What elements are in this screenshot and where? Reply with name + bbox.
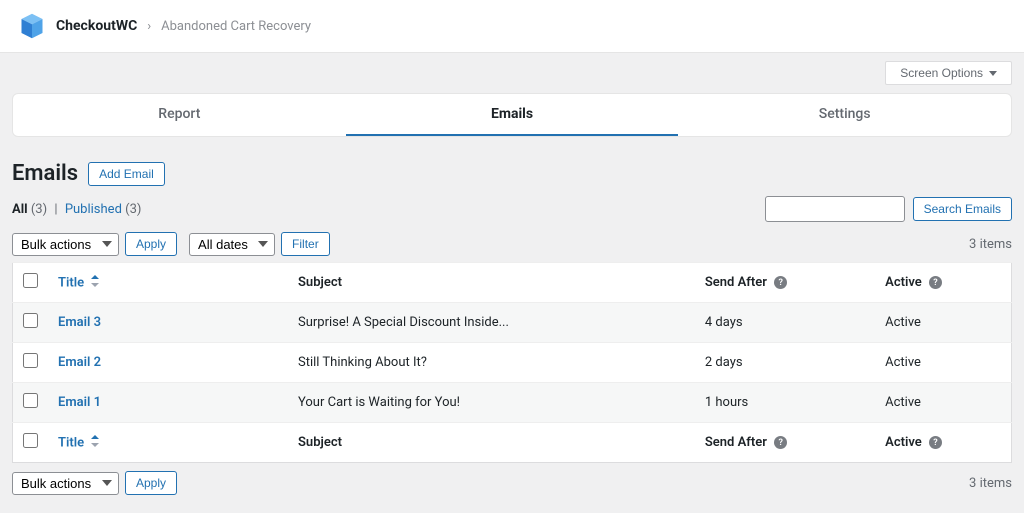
table-header-row: Title Subject Send After ? Active ? xyxy=(13,263,1012,303)
page-title: Emails xyxy=(12,161,78,186)
logo-icon xyxy=(18,12,46,40)
bulk-actions-group-top: Bulk actions Apply xyxy=(12,232,177,256)
page-header: Emails Add Email xyxy=(0,137,1024,196)
row-send-after: 1 hours xyxy=(695,383,875,423)
screen-options-row: Screen Options xyxy=(0,53,1024,85)
help-icon[interactable]: ? xyxy=(774,276,787,289)
row-subject: Surprise! A Special Discount Inside... xyxy=(288,303,695,343)
chevron-right-icon: › xyxy=(147,19,151,34)
top-bar: CheckoutWC › Abandoned Cart Recovery xyxy=(0,0,1024,53)
status-all-count: (3) xyxy=(31,202,47,217)
filter-left: Bulk actions Apply All dates Filter xyxy=(12,232,330,256)
bulk-actions-select-top[interactable]: Bulk actions xyxy=(12,233,119,256)
row-active: Active xyxy=(875,383,1011,423)
row-checkbox[interactable] xyxy=(23,393,38,408)
col-active-header: Active ? xyxy=(875,263,1011,303)
row-send-after: 4 days xyxy=(695,303,875,343)
bulk-actions-group-bottom: Bulk actions Apply xyxy=(12,471,177,495)
col-active-footer: Active ? xyxy=(875,423,1011,463)
caret-down-icon xyxy=(989,71,997,76)
sort-icon xyxy=(91,275,99,291)
select-all-checkbox-top[interactable] xyxy=(23,273,38,288)
col-active-label: Active xyxy=(885,275,922,290)
table-row: Email 1 Your Cart is Waiting for You! 1 … xyxy=(13,383,1012,423)
status-separator: | xyxy=(50,202,61,217)
items-count-bottom: 3 items xyxy=(969,476,1012,491)
col-send-after-header: Send After ? xyxy=(695,263,875,303)
add-email-button[interactable]: Add Email xyxy=(88,162,165,186)
status-published-count: (3) xyxy=(125,202,141,217)
col-title-label: Title xyxy=(58,435,84,450)
row-checkbox[interactable] xyxy=(23,313,38,328)
filter-row-bottom: Bulk actions Apply 3 items xyxy=(0,463,1024,511)
row-subject: Your Cart is Waiting for You! xyxy=(288,383,695,423)
apply-button-bottom[interactable]: Apply xyxy=(125,471,177,495)
select-all-checkbox-bottom[interactable] xyxy=(23,433,38,448)
col-title-header[interactable]: Title xyxy=(48,263,288,303)
screen-options-button[interactable]: Screen Options xyxy=(885,61,1012,85)
tabs: Report Emails Settings xyxy=(12,93,1012,137)
dates-filter-group: All dates Filter xyxy=(189,232,330,256)
status-filters: All (3) | Published (3) xyxy=(12,202,141,217)
row-active: Active xyxy=(875,303,1011,343)
search-group: Search Emails xyxy=(765,196,1012,222)
select-all-header xyxy=(13,263,49,303)
row-title-link[interactable]: Email 1 xyxy=(58,395,101,410)
help-icon[interactable]: ? xyxy=(929,276,942,289)
brand-name[interactable]: CheckoutWC xyxy=(56,18,137,34)
breadcrumb-current: Abandoned Cart Recovery xyxy=(161,19,311,34)
row-title-link[interactable]: Email 3 xyxy=(58,315,101,330)
row-title-link[interactable]: Email 2 xyxy=(58,355,101,370)
col-title-footer[interactable]: Title xyxy=(48,423,288,463)
tab-settings[interactable]: Settings xyxy=(678,94,1011,136)
sort-icon xyxy=(91,435,99,451)
status-published[interactable]: Published xyxy=(65,202,122,217)
filter-button[interactable]: Filter xyxy=(281,232,330,256)
tab-report[interactable]: Report xyxy=(13,94,346,136)
emails-table: Title Subject Send After ? Active ? Emai… xyxy=(12,262,1012,463)
screen-options-label: Screen Options xyxy=(900,66,983,80)
search-input[interactable] xyxy=(765,196,905,222)
status-all[interactable]: All xyxy=(12,202,28,217)
col-title-label: Title xyxy=(58,275,84,290)
table-row: Email 2 Still Thinking About It? 2 days … xyxy=(13,343,1012,383)
col-active-label: Active xyxy=(885,435,922,450)
help-icon[interactable]: ? xyxy=(929,436,942,449)
status-search-row: All (3) | Published (3) Search Emails xyxy=(0,196,1024,232)
filter-row-top: Bulk actions Apply All dates Filter 3 it… xyxy=(0,232,1024,262)
tab-emails[interactable]: Emails xyxy=(346,94,679,136)
col-send-after-label: Send After xyxy=(705,275,767,290)
row-checkbox[interactable] xyxy=(23,353,38,368)
table-row: Email 3 Surprise! A Special Discount Ins… xyxy=(13,303,1012,343)
row-active: Active xyxy=(875,343,1011,383)
col-send-after-footer: Send After ? xyxy=(695,423,875,463)
select-all-footer xyxy=(13,423,49,463)
col-send-after-label: Send After xyxy=(705,435,767,450)
search-emails-button[interactable]: Search Emails xyxy=(913,197,1012,221)
help-icon[interactable]: ? xyxy=(774,436,787,449)
items-count-top: 3 items xyxy=(969,237,1012,252)
apply-button-top[interactable]: Apply xyxy=(125,232,177,256)
col-subject-header: Subject xyxy=(288,263,695,303)
col-subject-footer: Subject xyxy=(288,423,695,463)
row-subject: Still Thinking About It? xyxy=(288,343,695,383)
bulk-actions-select-bottom[interactable]: Bulk actions xyxy=(12,472,119,495)
dates-select[interactable]: All dates xyxy=(189,233,275,256)
table-footer-row: Title Subject Send After ? Active ? xyxy=(13,423,1012,463)
row-send-after: 2 days xyxy=(695,343,875,383)
